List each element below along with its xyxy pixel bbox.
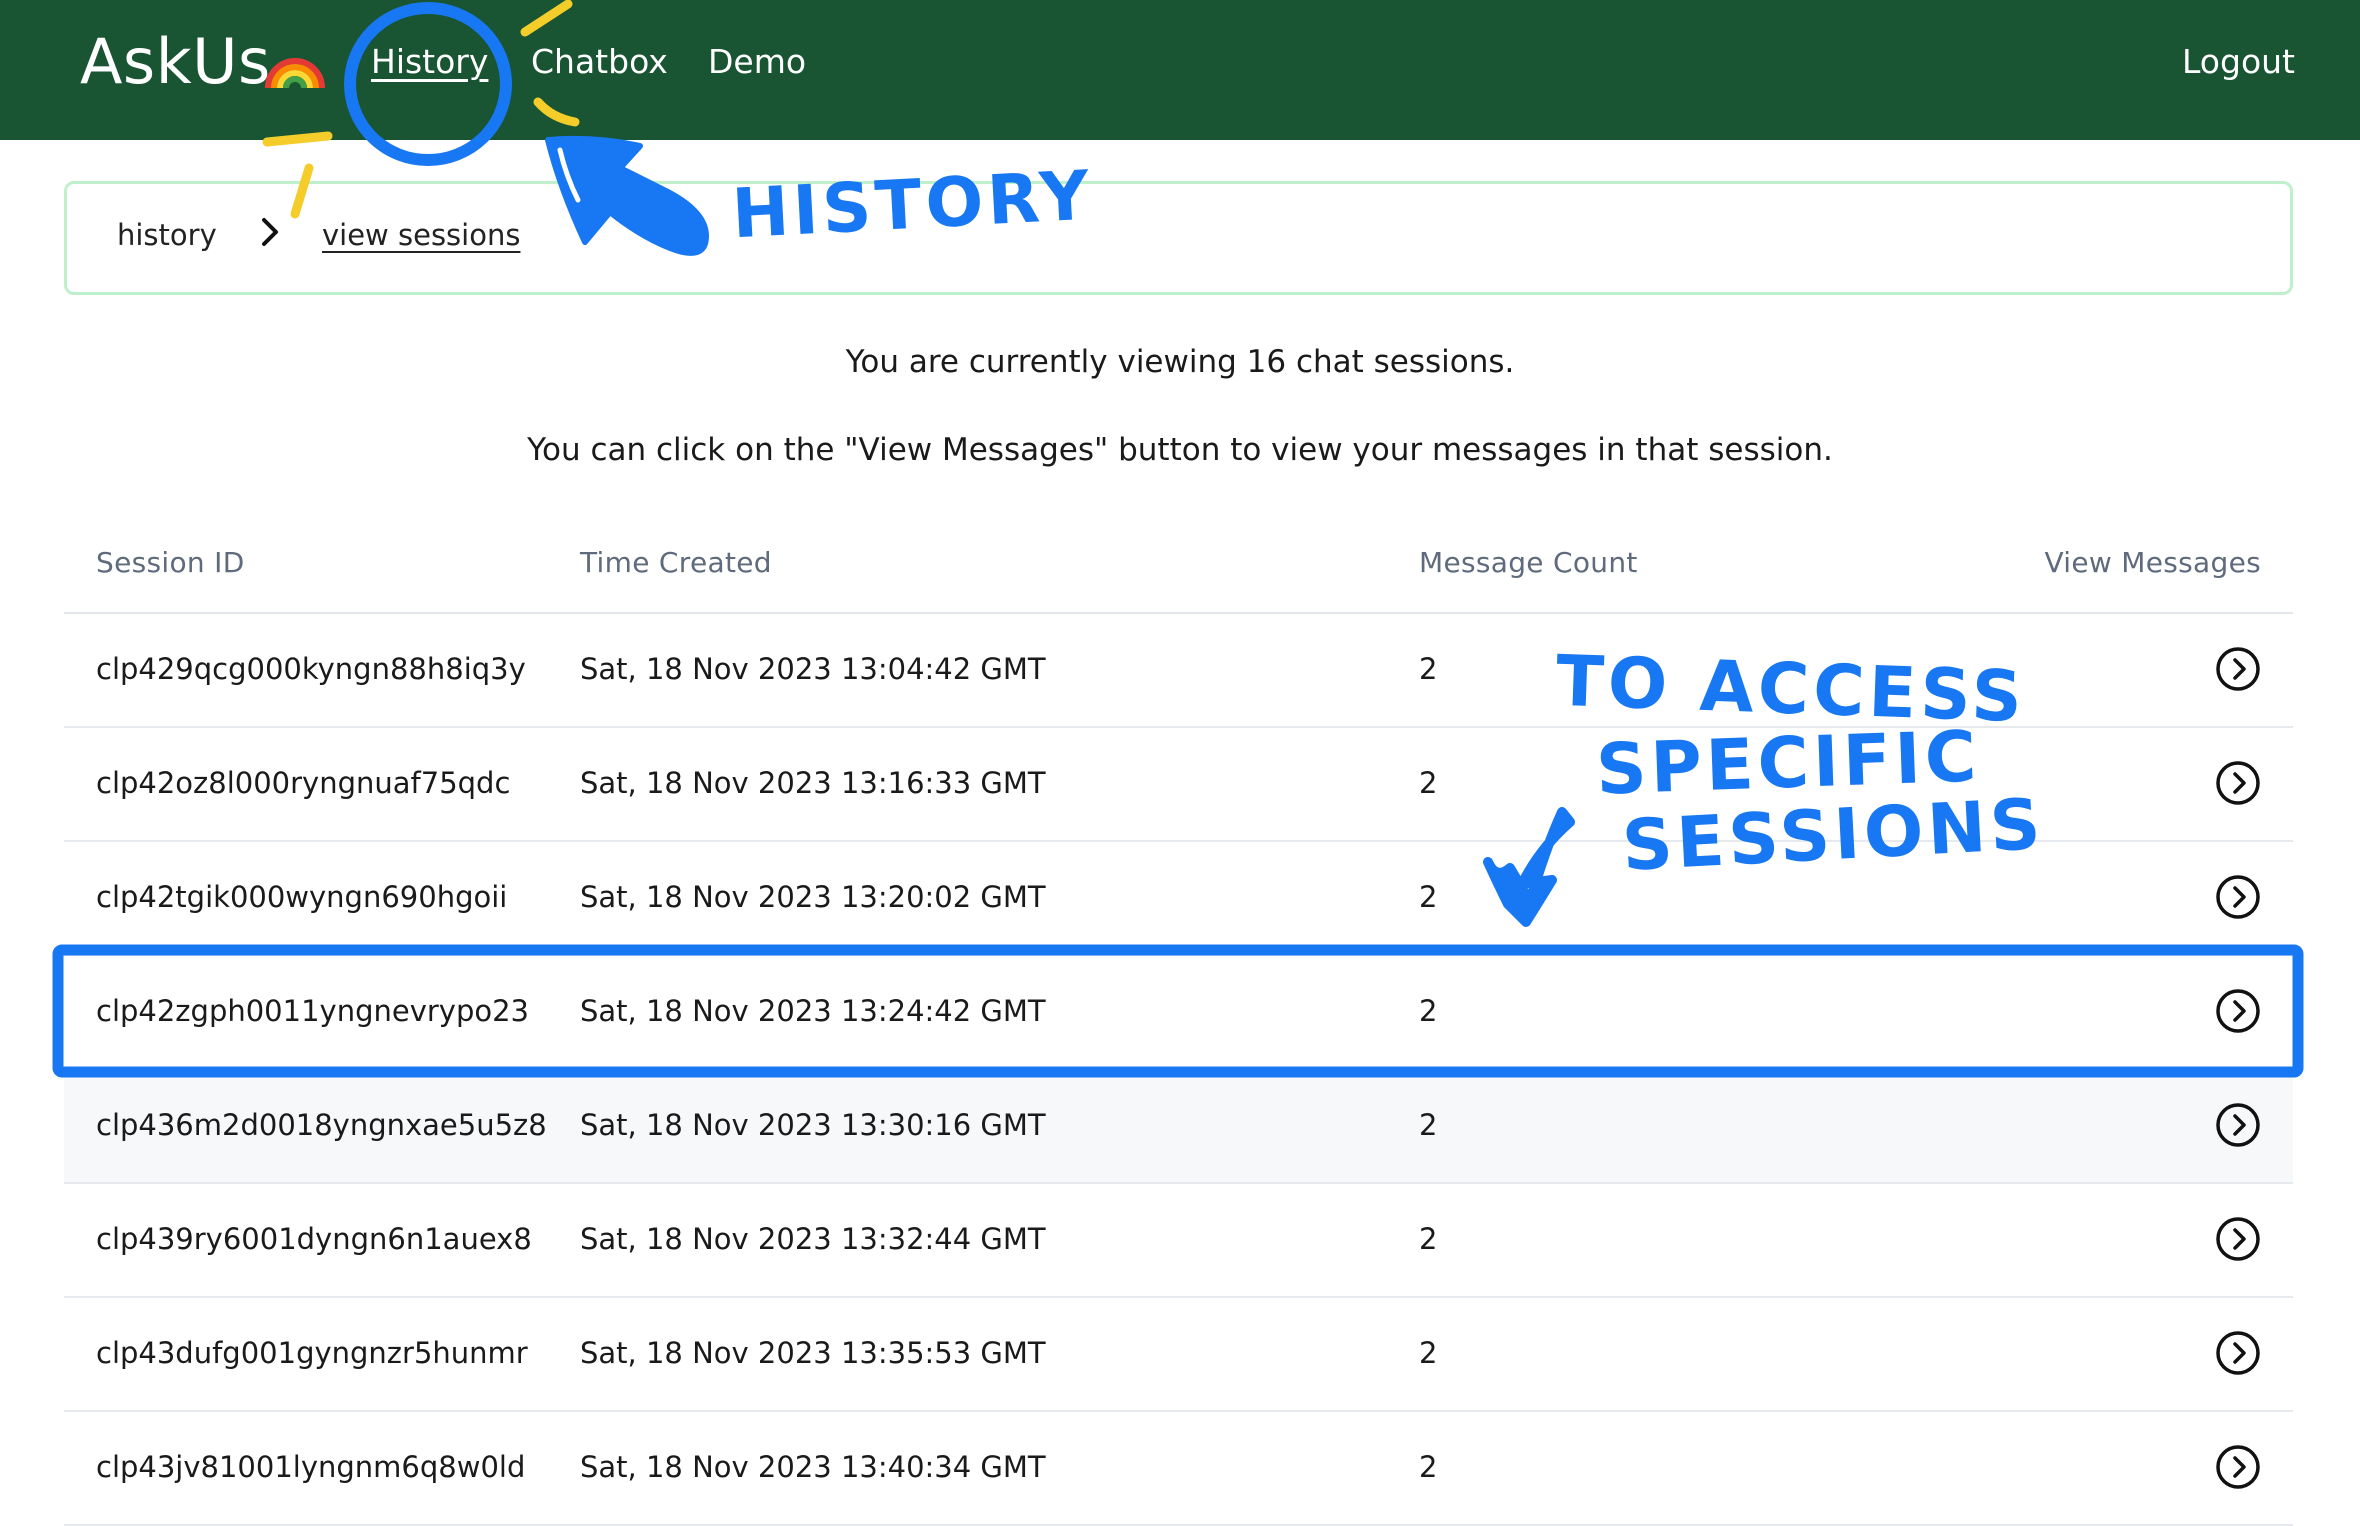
time-created-cell: Sat, 18 Nov 2023 13:16:33 GMT bbox=[580, 766, 1046, 800]
session-id-cell: clp439ry6001dyngn6n1auex8 bbox=[96, 1222, 532, 1256]
message-count-cell: 2 bbox=[1419, 1336, 1438, 1370]
message-count-cell: 2 bbox=[1419, 652, 1438, 686]
instruction-text: You can click on the "View Messages" but… bbox=[527, 432, 1833, 468]
header-message-count: Message Count bbox=[1419, 546, 1638, 579]
table-row: clp43jv81001lyngnm6q8w0ld Sat, 18 Nov 202… bbox=[64, 1412, 2293, 1526]
breadcrumb-history[interactable]: history bbox=[117, 218, 217, 252]
session-id-cell: clp429qcg000kyngn88h8iq3y bbox=[96, 652, 526, 686]
message-count-cell: 2 bbox=[1419, 1450, 1438, 1484]
top-navbar: AskUs History Chatbox Demo Logout bbox=[0, 0, 2360, 140]
time-created-cell: Sat, 18 Nov 2023 13:30:16 GMT bbox=[580, 1108, 1046, 1142]
message-count-cell: 2 bbox=[1419, 1222, 1438, 1256]
nav-demo-link[interactable]: Demo bbox=[708, 40, 806, 84]
session-id-cell: clp43jv81001lyngnm6q8w0ld bbox=[96, 1450, 526, 1484]
time-created-cell: Sat, 18 Nov 2023 13:24:42 GMT bbox=[580, 994, 1046, 1028]
session-id-cell: clp43dufg001gyngnzr5hunmr bbox=[96, 1336, 528, 1370]
time-created-cell: Sat, 18 Nov 2023 13:32:44 GMT bbox=[580, 1222, 1046, 1256]
table-row: clp439ry6001dyngn6n1auex8 Sat, 18 Nov 202… bbox=[64, 1184, 2293, 1298]
view-messages-button[interactable] bbox=[2215, 1444, 2261, 1490]
message-count-cell: 2 bbox=[1419, 766, 1438, 800]
message-count-cell: 2 bbox=[1419, 1108, 1438, 1142]
session-id-cell: clp436m2d0018yngnxae5u5z8 bbox=[96, 1108, 547, 1142]
view-messages-button[interactable] bbox=[2215, 760, 2261, 806]
view-messages-button[interactable] bbox=[2215, 988, 2261, 1034]
header-time-created: Time Created bbox=[580, 546, 772, 579]
sessions-count-text: You are currently viewing 16 chat sessio… bbox=[845, 344, 1515, 380]
table-row: clp43dufg001gyngnzr5hunmr Sat, 18 Nov 202… bbox=[64, 1298, 2293, 1412]
time-created-cell: Sat, 18 Nov 2023 13:35:53 GMT bbox=[580, 1336, 1046, 1370]
time-created-cell: Sat, 18 Nov 2023 13:20:02 GMT bbox=[580, 880, 1046, 914]
header-view-messages: View Messages bbox=[2044, 546, 2261, 579]
session-id-cell: clp42oz8l000ryngnuaf75qdc bbox=[96, 766, 511, 800]
table-header: Session ID Time Created Message Count Vi… bbox=[64, 530, 2293, 614]
session-id-cell: clp42tgik000wyngn690hgoii bbox=[96, 880, 508, 914]
table-row: clp42zgph0011yngnevrypo23 Sat, 18 Nov 202… bbox=[64, 956, 2293, 1070]
view-messages-button[interactable] bbox=[2215, 874, 2261, 920]
time-created-cell: Sat, 18 Nov 2023 13:40:34 GMT bbox=[580, 1450, 1046, 1484]
rainbow-icon bbox=[265, 58, 325, 89]
message-count-cell: 2 bbox=[1419, 994, 1438, 1028]
time-created-cell: Sat, 18 Nov 2023 13:04:42 GMT bbox=[580, 652, 1046, 686]
view-messages-button[interactable] bbox=[2215, 1216, 2261, 1262]
view-messages-button[interactable] bbox=[2215, 1330, 2261, 1376]
breadcrumb: history view sessions bbox=[64, 181, 2293, 295]
view-messages-button[interactable] bbox=[2215, 1102, 2261, 1148]
view-messages-button[interactable] bbox=[2215, 646, 2261, 692]
breadcrumb-view-sessions[interactable]: view sessions bbox=[322, 218, 520, 252]
nav-history-link[interactable]: History bbox=[371, 40, 488, 84]
nav-chatbox-link[interactable]: Chatbox bbox=[531, 40, 668, 84]
logout-link[interactable]: Logout bbox=[2182, 40, 2295, 84]
table-row: clp436m2d0018yngnxae5u5z8 Sat, 18 Nov 202… bbox=[64, 1070, 2293, 1184]
message-count-cell: 2 bbox=[1419, 880, 1438, 914]
chevron-right-icon bbox=[262, 218, 278, 246]
brand-logo-text[interactable]: AskUs bbox=[80, 22, 271, 102]
session-id-cell: clp42zgph0011yngnevrypo23 bbox=[96, 994, 530, 1028]
header-session-id: Session ID bbox=[96, 546, 245, 579]
